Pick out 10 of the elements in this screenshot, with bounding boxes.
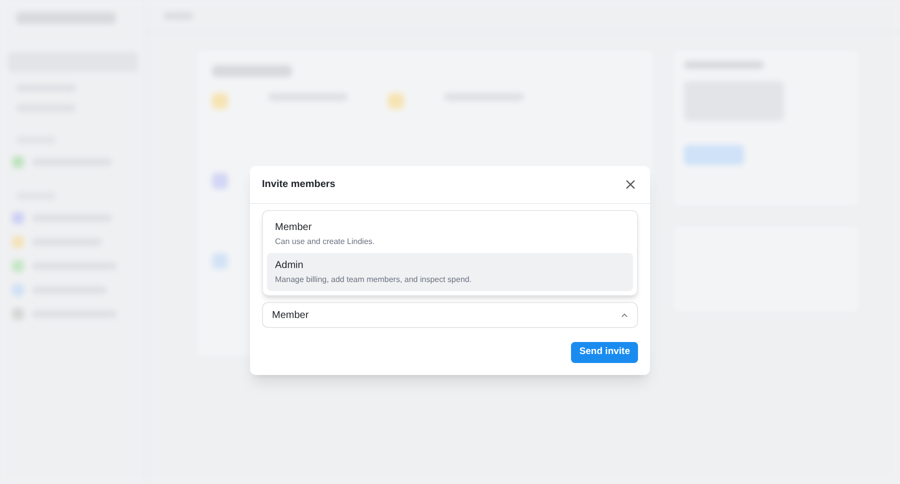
dialog-title: Invite members — [262, 178, 336, 192]
role-select[interactable]: Member — [262, 302, 638, 328]
role-name: Admin — [275, 259, 304, 273]
chevron-icon — [621, 312, 628, 318]
close-icon — [626, 180, 634, 189]
role-name: Member — [275, 221, 313, 235]
role-description: Can use and create Lindies. — [275, 236, 376, 248]
role-option[interactable]: Member Can use and create Lindies. — [267, 215, 633, 253]
role-description: Manage billing, add team members, and inspect spend. — [275, 274, 473, 286]
role-option[interactable]: Admin Manage billing, add team members, and inspect spend. — [267, 253, 633, 291]
